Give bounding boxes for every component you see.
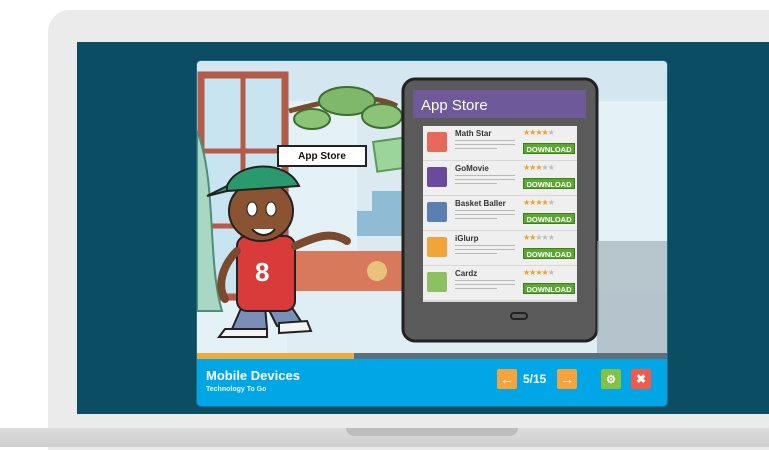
- star-icon: ★: [547, 128, 555, 137]
- laptop-notch: [346, 428, 518, 436]
- app-list-item: Math Star ★★★★★ DOWNLOAD: [423, 126, 577, 162]
- download-button[interactable]: DOWNLOAD: [523, 213, 575, 224]
- app-name: Basket Baller: [455, 199, 506, 208]
- app-store-header: App Store: [413, 90, 586, 118]
- app-description-lines: [455, 280, 515, 292]
- star-rating: ★★★★★: [523, 128, 555, 137]
- app-name: Math Star: [455, 129, 492, 138]
- app-list-item: GoMovie ★★★★★ DOWNLOAD: [423, 161, 577, 197]
- math-icon: [427, 132, 447, 152]
- star-icon: ★: [547, 198, 555, 207]
- app-name: Cardz: [455, 269, 478, 278]
- download-button[interactable]: DOWNLOAD: [523, 178, 575, 189]
- gear-icon: ⚙: [606, 373, 616, 386]
- page-counter: 5/15: [523, 372, 547, 386]
- app-description-lines: [455, 140, 515, 152]
- app-list-item: Cardz ★★★★★ DOWNLOAD: [423, 266, 577, 302]
- app-description-lines: [455, 245, 515, 257]
- close-button[interactable]: ✖: [631, 369, 651, 389]
- arrow-right-icon: →: [560, 371, 574, 387]
- previous-button[interactable]: ←: [497, 369, 517, 389]
- download-button[interactable]: DOWNLOAD: [523, 143, 575, 154]
- lesson-title: Mobile Devices: [206, 368, 300, 383]
- star-rating: ★★★★★: [523, 198, 555, 207]
- cards-icon: [427, 272, 447, 292]
- download-button[interactable]: DOWNLOAD: [523, 248, 575, 259]
- movie-icon: [427, 167, 447, 187]
- settings-button[interactable]: ⚙: [601, 369, 621, 389]
- app-description-lines: [455, 210, 515, 222]
- lesson-subtitle: Technology To Go: [206, 386, 267, 393]
- star-rating: ★★★★★: [523, 268, 555, 277]
- star-rating: ★★★★★: [523, 163, 555, 172]
- app-name: GoMovie: [455, 164, 489, 173]
- star-icon: ★: [547, 233, 555, 242]
- star-icon: ★: [547, 163, 555, 172]
- app-store-panel: App Store Math Star ★★★★★ DOWNLOAD GoMovie ★…: [413, 90, 586, 306]
- app-list-item: iGlurp ★★★★★ DOWNLOAD: [423, 231, 577, 267]
- app-list-item: Basket Baller ★★★★★ DOWNLOAD: [423, 196, 577, 232]
- star-icon: ★: [547, 268, 555, 277]
- download-button[interactable]: DOWNLOAD: [523, 283, 575, 294]
- star-rating: ★★★★★: [523, 233, 555, 242]
- basketball-icon: [427, 202, 447, 222]
- app-description-lines: [455, 175, 515, 187]
- arrow-left-icon: ←: [500, 371, 514, 387]
- next-button[interactable]: →: [557, 369, 577, 389]
- lesson-scene: 8 App Store App Store Math Star ★★★★★ DOWN…: [197, 61, 667, 353]
- lesson-player: 8 App Store App Store Math Star ★★★★★ DOWN…: [197, 61, 667, 406]
- lesson-control-bar: Mobile Devices Technology To Go ← 5/15 →…: [197, 359, 667, 406]
- puzzle-icon: [427, 237, 447, 257]
- app-name: iGlurp: [455, 234, 479, 243]
- close-icon: ✖: [635, 372, 647, 386]
